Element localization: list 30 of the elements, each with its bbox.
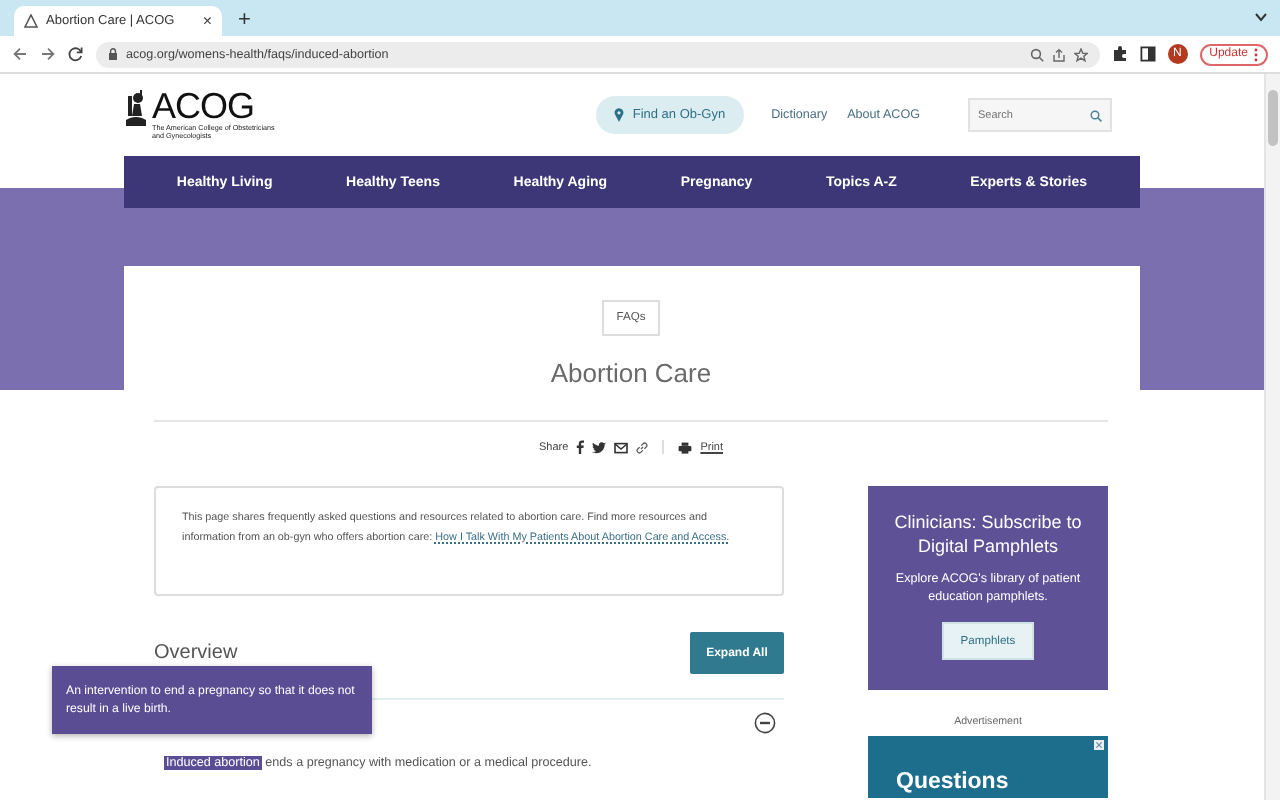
emblem-icon [124,90,148,132]
advertisement-banner[interactable]: Questions [868,736,1108,798]
lock-icon [108,48,118,60]
sidebar-icon[interactable] [1139,46,1156,62]
facebook-icon[interactable] [576,440,585,454]
twitter-icon[interactable] [592,441,607,453]
section-heading: Overview [154,642,238,664]
scrollbar-thumb[interactable] [1268,90,1278,146]
page-title: Abortion Care [550,358,712,388]
map-pin-icon [614,108,625,122]
puzzle-icon[interactable] [1111,46,1128,62]
share-icon [1051,47,1066,61]
close-icon[interactable] [1094,740,1104,750]
reload-icon[interactable] [68,46,84,62]
back-icon[interactable] [12,46,28,62]
chevron-down-icon [1254,12,1268,22]
close-tab-button[interactable]: × [202,13,212,29]
promo-title: Clinicians: Subscribe to Digital Pamphlets [892,510,1084,558]
favicon-icon [24,14,38,28]
zoom-icon [1029,47,1044,61]
new-tab-button[interactable]: + [234,10,255,32]
forward-icon[interactable] [40,46,56,62]
logo-wordmark[interactable]: ACOG [152,90,276,124]
star-icon [1073,47,1088,61]
link-icon[interactable] [636,441,649,453]
email-icon[interactable] [614,441,629,453]
ad-headline: Questions [896,770,1011,796]
collapse-icon[interactable] [754,712,776,734]
search-icon [1090,109,1102,121]
printer-icon [678,441,693,453]
